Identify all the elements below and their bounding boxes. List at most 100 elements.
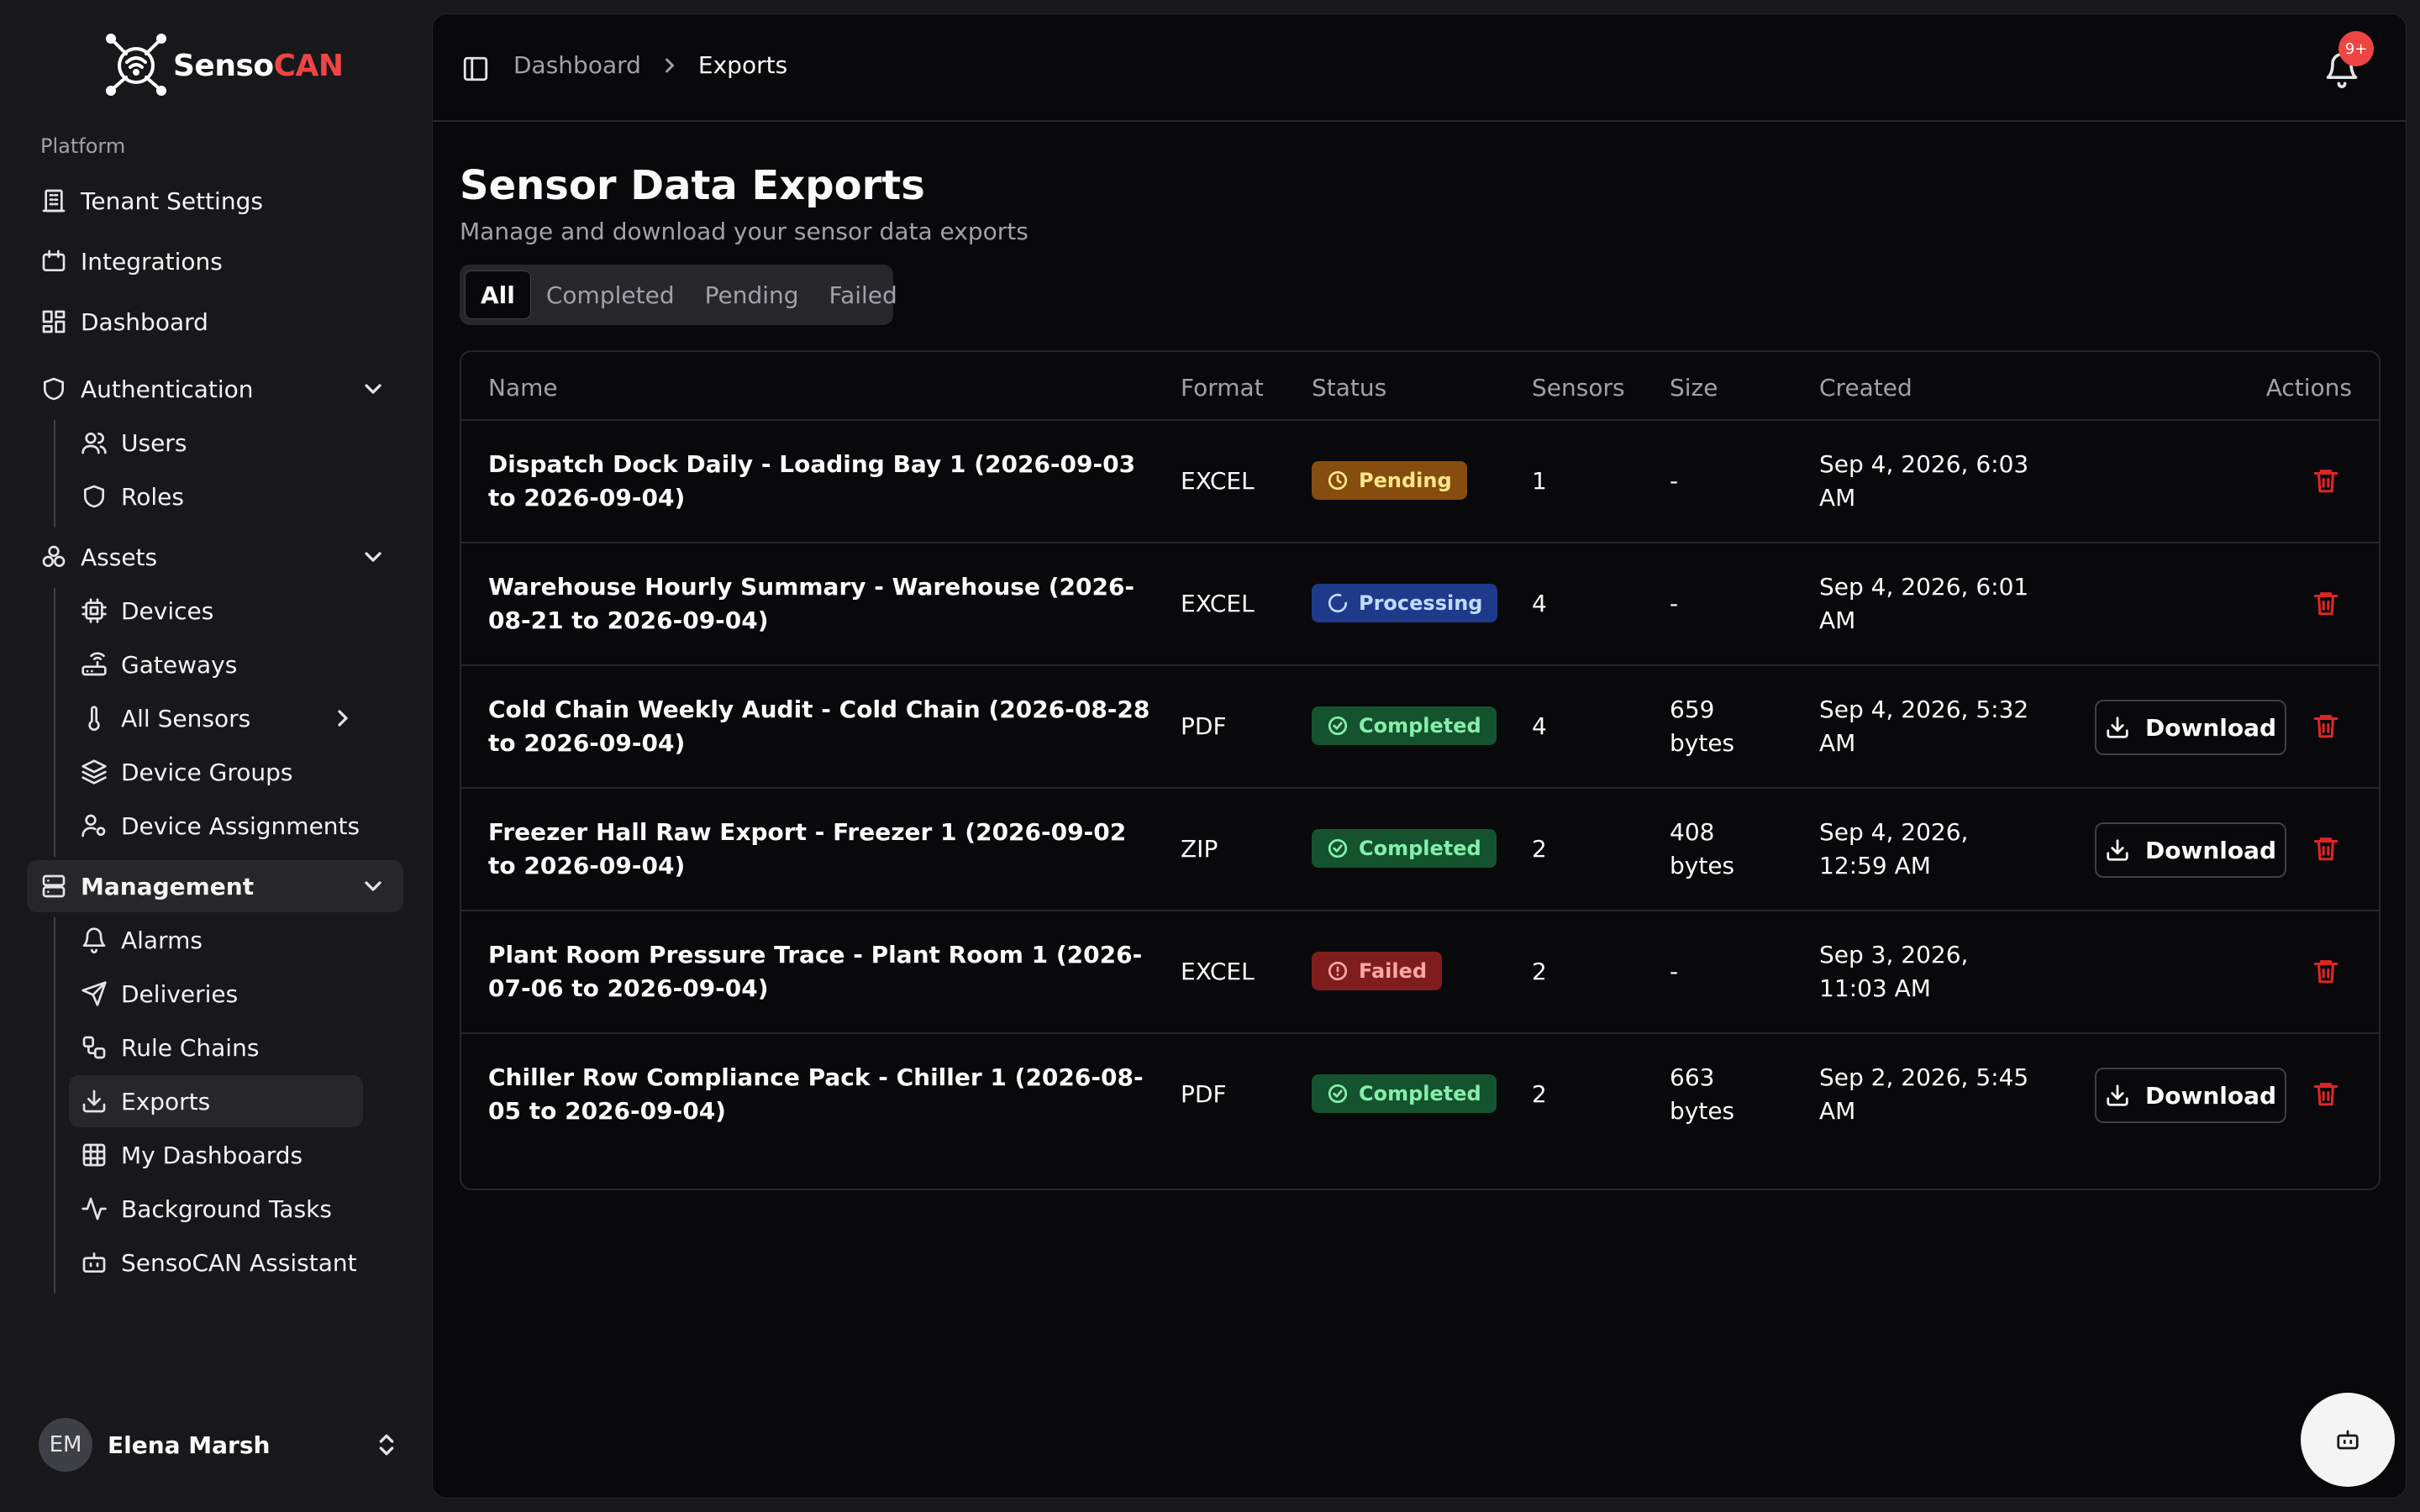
nav-label: My Dashboards — [121, 1141, 303, 1169]
export-created: Sep 4, 2026, 12:59 AM — [1819, 818, 1969, 879]
nav-label: Device Groups — [121, 758, 293, 786]
table-row: Freezer Hall Raw Export - Freezer 1 (202… — [461, 789, 2379, 911]
nav-roles[interactable]: Roles — [69, 470, 363, 522]
download-button[interactable]: Download — [2095, 1068, 2286, 1123]
nav-device-assignments[interactable]: Device Assignments — [69, 800, 363, 852]
download-icon — [2107, 1084, 2128, 1106]
delete-button[interactable] — [2312, 957, 2342, 987]
delete-button[interactable] — [2312, 711, 2342, 742]
shield-icon — [81, 483, 108, 510]
export-size: 659 bytes — [1670, 696, 1735, 757]
nav-management[interactable]: Management — [27, 860, 403, 912]
bot-icon — [2337, 1430, 2359, 1450]
sensor-count: 2 — [1532, 958, 1547, 985]
column-header-created: Created — [1819, 374, 1912, 402]
nav-my-dashboards[interactable]: My Dashboards — [69, 1129, 363, 1181]
alert-circle-icon — [1328, 961, 1348, 981]
tab-all[interactable]: All — [465, 270, 531, 319]
brand-name: SensoCAN — [173, 48, 344, 83]
brand-logo[interactable]: SensoCAN — [101, 32, 344, 99]
user-menu[interactable]: EM Elena Marsh — [39, 1418, 400, 1472]
nav-label: Background Tasks — [121, 1194, 332, 1223]
app-root: SensoCAN Platform Tenant Settings Integr… — [0, 0, 2420, 1512]
submenu-guide — [54, 588, 55, 857]
sidebar-toggle-icon[interactable] — [461, 55, 490, 83]
export-size: 663 bytes — [1670, 1063, 1735, 1125]
sensor-count: 1 — [1532, 467, 1547, 495]
table-row: Chiller Row Compliance Pack - Chiller 1 … — [461, 1034, 2379, 1157]
trash-icon — [2313, 715, 2338, 738]
delete-button[interactable] — [2312, 589, 2342, 619]
nav-integrations[interactable]: Integrations — [27, 235, 403, 287]
nav-group-label: Platform — [40, 134, 126, 158]
nav-gateways[interactable]: Gateways — [69, 638, 363, 690]
tab-failed[interactable]: Failed — [814, 270, 913, 319]
delete-button[interactable] — [2312, 1079, 2342, 1110]
export-format: EXCEL — [1181, 958, 1255, 985]
column-header-sensors: Sensors — [1532, 374, 1625, 402]
trash-icon — [2313, 592, 2338, 616]
export-name: Plant Room Pressure Trace - Plant Room 1… — [488, 941, 1143, 1002]
breadcrumb-dashboard[interactable]: Dashboard — [513, 51, 641, 79]
grid-icon — [81, 1142, 108, 1168]
download-icon — [2107, 839, 2128, 861]
send-icon — [81, 980, 108, 1007]
column-header-format: Format — [1181, 374, 1264, 402]
nav-rule-chains[interactable]: Rule Chains — [69, 1021, 363, 1074]
nav-authentication[interactable]: Authentication — [27, 363, 403, 415]
nav-label: Device Assignments — [121, 811, 360, 840]
assistant-chat-button[interactable] — [2301, 1393, 2395, 1487]
download-button[interactable]: Download — [2095, 822, 2286, 878]
nav-tenant-settings[interactable]: Tenant Settings — [27, 175, 403, 227]
tab-completed[interactable]: Completed — [531, 270, 690, 319]
nav-label: Dashboard — [81, 307, 208, 336]
status-badge: Completed — [1312, 829, 1497, 869]
nav-all-sensors[interactable]: All Sensors — [69, 692, 363, 744]
nav-label: SensoCAN Assistant — [121, 1248, 357, 1277]
table-row: Warehouse Hourly Summary - Warehouse (20… — [461, 543, 2379, 666]
table-row: Cold Chain Weekly Audit - Cold Chain (20… — [461, 666, 2379, 789]
sensor-count: 4 — [1532, 712, 1547, 740]
delete-button[interactable] — [2312, 834, 2342, 864]
nav-assistant[interactable]: SensoCAN Assistant — [69, 1236, 363, 1289]
export-size: - — [1670, 958, 1679, 985]
workflow-icon — [81, 1034, 108, 1061]
export-name: Cold Chain Weekly Audit - Cold Chain (20… — [488, 696, 1150, 757]
nav-exports[interactable]: Exports — [69, 1075, 363, 1127]
download-icon — [81, 1088, 108, 1115]
export-size: - — [1670, 467, 1679, 495]
nav-label: Management — [81, 872, 255, 900]
nav-label: All Sensors — [121, 704, 251, 732]
status-badge: Pending — [1312, 461, 1467, 501]
chevron-down-icon — [360, 873, 387, 900]
nav-deliveries[interactable]: Deliveries — [69, 968, 363, 1020]
nav-label: Rule Chains — [121, 1033, 260, 1062]
export-name: Warehouse Hourly Summary - Warehouse (20… — [488, 573, 1135, 634]
user-name: Elena Marsh — [108, 1431, 271, 1459]
tab-pending[interactable]: Pending — [690, 270, 814, 319]
submenu-guide — [54, 917, 55, 1294]
nav-assets[interactable]: Assets — [27, 531, 403, 583]
chevron-down-icon — [360, 543, 387, 570]
column-header-actions: Actions — [2265, 374, 2352, 402]
logo-mark-icon — [106, 34, 166, 96]
avatar: EM — [39, 1418, 92, 1472]
nav-label: Devices — [121, 596, 214, 625]
layout-dashboard-icon — [40, 308, 67, 335]
clock-icon — [1328, 470, 1348, 491]
page-title: Sensor Data Exports — [460, 162, 925, 209]
nav-background-tasks[interactable]: Background Tasks — [69, 1183, 363, 1235]
nav-label: Roles — [121, 482, 184, 511]
boxes-icon — [40, 543, 67, 570]
nav-label: Authentication — [81, 375, 254, 403]
chevron-right-icon — [329, 705, 356, 732]
nav-dashboard[interactable]: Dashboard — [27, 296, 403, 348]
nav-label: Integrations — [81, 247, 223, 276]
nav-alarms[interactable]: Alarms — [69, 914, 363, 966]
download-button[interactable]: Download — [2095, 700, 2286, 755]
export-created: Sep 3, 2026, 11:03 AM — [1819, 941, 1969, 1002]
delete-button[interactable] — [2312, 466, 2342, 496]
nav-device-groups[interactable]: Device Groups — [69, 746, 363, 798]
nav-devices[interactable]: Devices — [69, 585, 363, 637]
nav-users[interactable]: Users — [69, 417, 363, 469]
